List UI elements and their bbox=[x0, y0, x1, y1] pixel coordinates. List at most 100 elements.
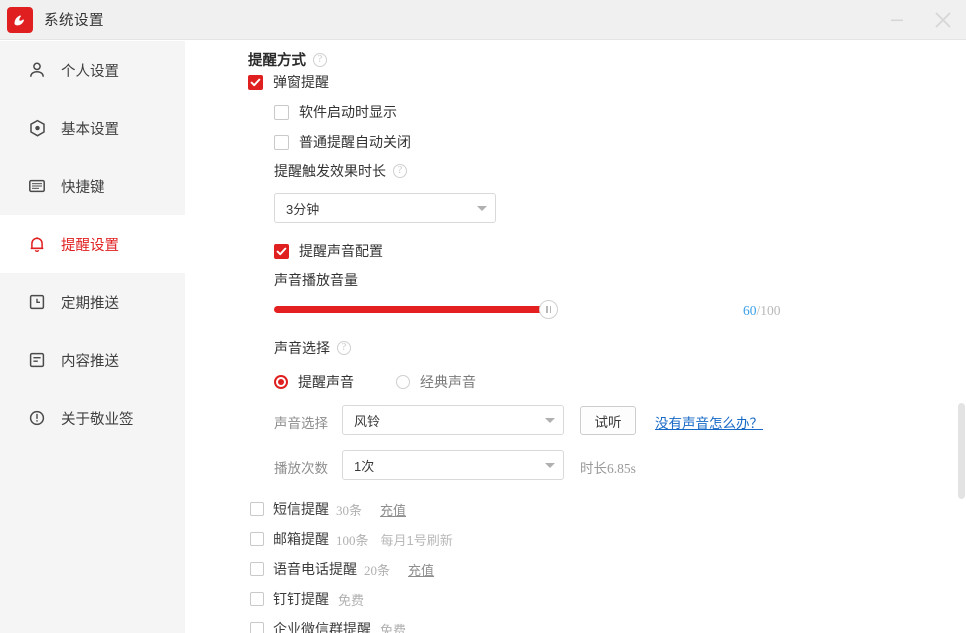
recharge-link[interactable]: 充值 bbox=[380, 500, 406, 519]
trigger-duration-value: 3分钟 bbox=[286, 201, 320, 217]
list-item[interactable]: 钉钉提醒 免费 bbox=[250, 584, 453, 614]
sidebar-item-label: 提醒设置 bbox=[61, 237, 119, 254]
sidebar-item-about[interactable]: 关于敬业签 bbox=[0, 389, 185, 447]
app-title: 系统设置 bbox=[44, 13, 104, 29]
page-title: 提醒方式 bbox=[248, 53, 306, 69]
scrollbar-thumb[interactable] bbox=[958, 403, 965, 499]
checkbox-show-on-startup[interactable] bbox=[274, 104, 289, 120]
sidebar-item-shortcuts[interactable]: 快捷键 bbox=[0, 157, 185, 215]
content-scrollbar[interactable] bbox=[957, 41, 966, 633]
play-count-value: 1次 bbox=[354, 458, 375, 474]
app-window: 系统设置 个人设置 基本设置 快捷键 提醒设置 定期推送 内容推送 关于敬业签 … bbox=[0, 0, 966, 633]
channel-label: 钉钉提醒 bbox=[273, 591, 329, 607]
list-item[interactable]: 邮箱提醒 100条 每月1号刷新 bbox=[250, 524, 453, 554]
volume-slider-knob[interactable] bbox=[539, 300, 559, 319]
volume-readout: 60/100 bbox=[743, 303, 781, 319]
sidebar-item-label: 快捷键 bbox=[61, 179, 105, 196]
volume-max-value: 100 bbox=[760, 303, 781, 318]
sound-select-help-icon[interactable]: ? bbox=[337, 341, 351, 355]
sidebar-item-label: 基本设置 bbox=[61, 121, 119, 138]
sound-duration-text: 时长6.85s bbox=[580, 461, 636, 476]
sound-select-label: 声音选择 bbox=[274, 340, 330, 356]
sidebar-item-basic-settings[interactable]: 基本设置 bbox=[0, 99, 185, 157]
content-panel: 提醒方式 ? 弹窗提醒 软件启动时显示 普通提醒自动关闭 提醒触发效果时长 ? … bbox=[186, 41, 966, 633]
sidebar-item-label: 个人设置 bbox=[61, 63, 119, 80]
window-controls bbox=[874, 0, 966, 40]
keyboard-icon bbox=[27, 176, 47, 196]
radio-reminder-sound[interactable] bbox=[274, 375, 288, 389]
sound-select-label-row: 声音选择 ? bbox=[274, 338, 351, 358]
minimize-button[interactable] bbox=[874, 0, 920, 40]
no-sound-help-link[interactable]: 没有声音怎么办？ bbox=[655, 412, 763, 432]
channel-label: 语音电话提醒 bbox=[273, 561, 357, 577]
sidebar-item-scheduled-push[interactable]: 定期推送 bbox=[0, 273, 185, 331]
popup-reminder-checkbox-row[interactable]: 弹窗提醒 bbox=[248, 72, 329, 92]
list-item[interactable]: 语音电话提醒 20条 充值 bbox=[250, 554, 453, 584]
section-title-row: 提醒方式 ? bbox=[248, 49, 327, 70]
chevron-down-icon bbox=[477, 205, 487, 211]
volume-label-row: 声音播放音量 bbox=[274, 270, 358, 290]
app-logo-icon bbox=[7, 6, 33, 33]
channel-quota: 30条 bbox=[336, 502, 363, 518]
channel-quota: 免费 bbox=[380, 622, 407, 633]
sound-name-value: 风铃 bbox=[354, 413, 381, 429]
radio-classic-sound-label: 经典声音 bbox=[420, 374, 476, 390]
chevron-down-icon bbox=[545, 417, 555, 423]
show-on-startup-label: 软件启动时显示 bbox=[299, 104, 397, 120]
sidebar-item-label: 内容推送 bbox=[61, 353, 119, 370]
checkbox-wecom-group-reminder[interactable] bbox=[250, 622, 264, 633]
popup-reminder-label: 弹窗提醒 bbox=[273, 74, 329, 90]
sidebar-item-label: 关于敬业签 bbox=[61, 411, 134, 428]
checkbox-sms-reminder[interactable] bbox=[250, 502, 264, 516]
gear-hex-icon bbox=[27, 118, 47, 138]
sidebar: 个人设置 基本设置 快捷键 提醒设置 定期推送 内容推送 关于敬业签 bbox=[0, 41, 185, 633]
channel-quota: 20条 bbox=[364, 562, 391, 578]
volume-current-value: 60 bbox=[743, 303, 757, 318]
channel-quota: 免费 bbox=[338, 592, 365, 608]
volume-slider-fill bbox=[274, 306, 549, 313]
auto-close-row[interactable]: 普通提醒自动关闭 bbox=[274, 132, 411, 152]
checkbox-popup-reminder[interactable] bbox=[248, 74, 263, 90]
radio-classic-sound[interactable] bbox=[396, 375, 410, 389]
channel-label: 短信提醒 bbox=[273, 501, 329, 517]
help-icon[interactable]: ? bbox=[313, 52, 327, 67]
info-circle-icon bbox=[27, 408, 47, 428]
list-item[interactable]: 短信提醒 30条 充值 bbox=[250, 494, 453, 524]
radio-classic-sound-row[interactable]: 经典声音 bbox=[396, 372, 476, 392]
trigger-duration-label-row: 提醒触发效果时长 ? bbox=[274, 161, 407, 181]
sidebar-item-label: 定期推送 bbox=[61, 295, 119, 312]
radio-reminder-sound-row[interactable]: 提醒声音 bbox=[274, 372, 354, 392]
content-doc-icon bbox=[27, 350, 47, 370]
checkbox-email-reminder[interactable] bbox=[250, 532, 264, 546]
radio-reminder-sound-label: 提醒声音 bbox=[298, 374, 354, 390]
play-count-select[interactable]: 1次 bbox=[342, 450, 564, 480]
chevron-down-icon bbox=[545, 462, 555, 468]
checkbox-sound-config[interactable] bbox=[274, 243, 289, 259]
checkbox-auto-close-normal-reminder[interactable] bbox=[274, 134, 289, 150]
sound-field-label: 声音选择 bbox=[274, 416, 328, 431]
trigger-duration-select[interactable]: 3分钟 bbox=[274, 193, 496, 223]
sidebar-item-personal-settings[interactable]: 个人设置 bbox=[0, 41, 185, 99]
sound-config-checkbox-row[interactable]: 提醒声音配置 bbox=[274, 241, 383, 261]
title-bar: 系统设置 bbox=[0, 0, 966, 40]
sidebar-item-content-push[interactable]: 内容推送 bbox=[0, 331, 185, 389]
preview-sound-button[interactable]: 试听 bbox=[580, 406, 636, 435]
list-item[interactable]: 企业微信群提醒 免费 bbox=[250, 614, 453, 633]
channel-label: 邮箱提醒 bbox=[273, 531, 329, 547]
close-button[interactable] bbox=[920, 0, 966, 40]
sound-name-select[interactable]: 风铃 bbox=[342, 405, 564, 435]
channel-note: 每月1号刷新 bbox=[380, 532, 453, 548]
bell-icon bbox=[27, 234, 47, 254]
show-on-startup-row[interactable]: 软件启动时显示 bbox=[274, 102, 397, 122]
recharge-link[interactable]: 充值 bbox=[408, 560, 434, 579]
user-icon bbox=[27, 60, 47, 80]
checkbox-voice-call-reminder[interactable] bbox=[250, 562, 264, 576]
channel-label: 企业微信群提醒 bbox=[273, 621, 371, 633]
checkbox-dingtalk-reminder[interactable] bbox=[250, 592, 264, 606]
trigger-duration-help-icon[interactable]: ? bbox=[393, 164, 407, 178]
sidebar-item-reminder-settings[interactable]: 提醒设置 bbox=[0, 215, 185, 273]
reminder-channels-list: 短信提醒 30条 充值 邮箱提醒 100条 每月1号刷新 语音电话提醒 20条 … bbox=[250, 494, 453, 633]
volume-label: 声音播放音量 bbox=[274, 272, 358, 288]
volume-slider[interactable] bbox=[274, 300, 732, 326]
trigger-duration-label: 提醒触发效果时长 bbox=[274, 163, 386, 179]
